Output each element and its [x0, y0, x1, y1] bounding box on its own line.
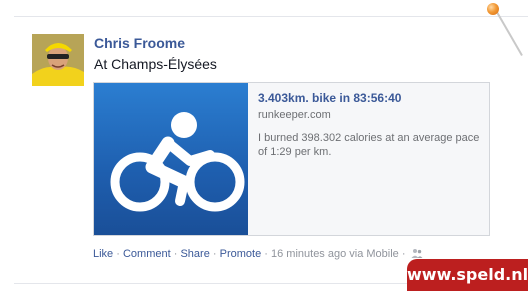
- card-title-link[interactable]: 3.403km. bike in 83:56:40: [258, 91, 401, 105]
- share-link[interactable]: Share: [180, 248, 209, 260]
- status-text: At Champs-Élysées: [94, 56, 217, 72]
- separator: ·: [264, 248, 268, 260]
- pushpin-icon: [487, 3, 499, 15]
- card-description: I burned 398.302 calories at an average …: [258, 132, 480, 158]
- separator: ·: [401, 248, 406, 260]
- author-avatar[interactable]: [32, 34, 84, 86]
- separator: ·: [212, 248, 217, 260]
- promote-link[interactable]: Promote: [220, 248, 262, 260]
- watermark-text: www.speld.nl: [407, 259, 528, 291]
- feed-divider-top: [14, 16, 528, 17]
- post-source: via Mobile: [349, 248, 399, 260]
- separator: ·: [116, 248, 120, 260]
- post-timestamp[interactable]: 16 minutes ago: [271, 248, 346, 260]
- like-link[interactable]: Like: [93, 248, 113, 260]
- card-domain: runkeeper.com: [258, 109, 331, 121]
- author-name-link[interactable]: Chris Froome: [94, 35, 185, 51]
- comment-link[interactable]: Comment: [123, 248, 171, 260]
- post-action-bar: Like · Comment · Share · Promote · 16 mi…: [93, 248, 423, 262]
- card-thumbnail[interactable]: [94, 83, 248, 235]
- cyclist-icon: [110, 112, 245, 212]
- shared-link-card[interactable]: 3.403km. bike in 83:56:40 runkeeper.com …: [93, 82, 490, 236]
- separator: ·: [173, 248, 178, 260]
- pushpin-needle: [493, 6, 523, 56]
